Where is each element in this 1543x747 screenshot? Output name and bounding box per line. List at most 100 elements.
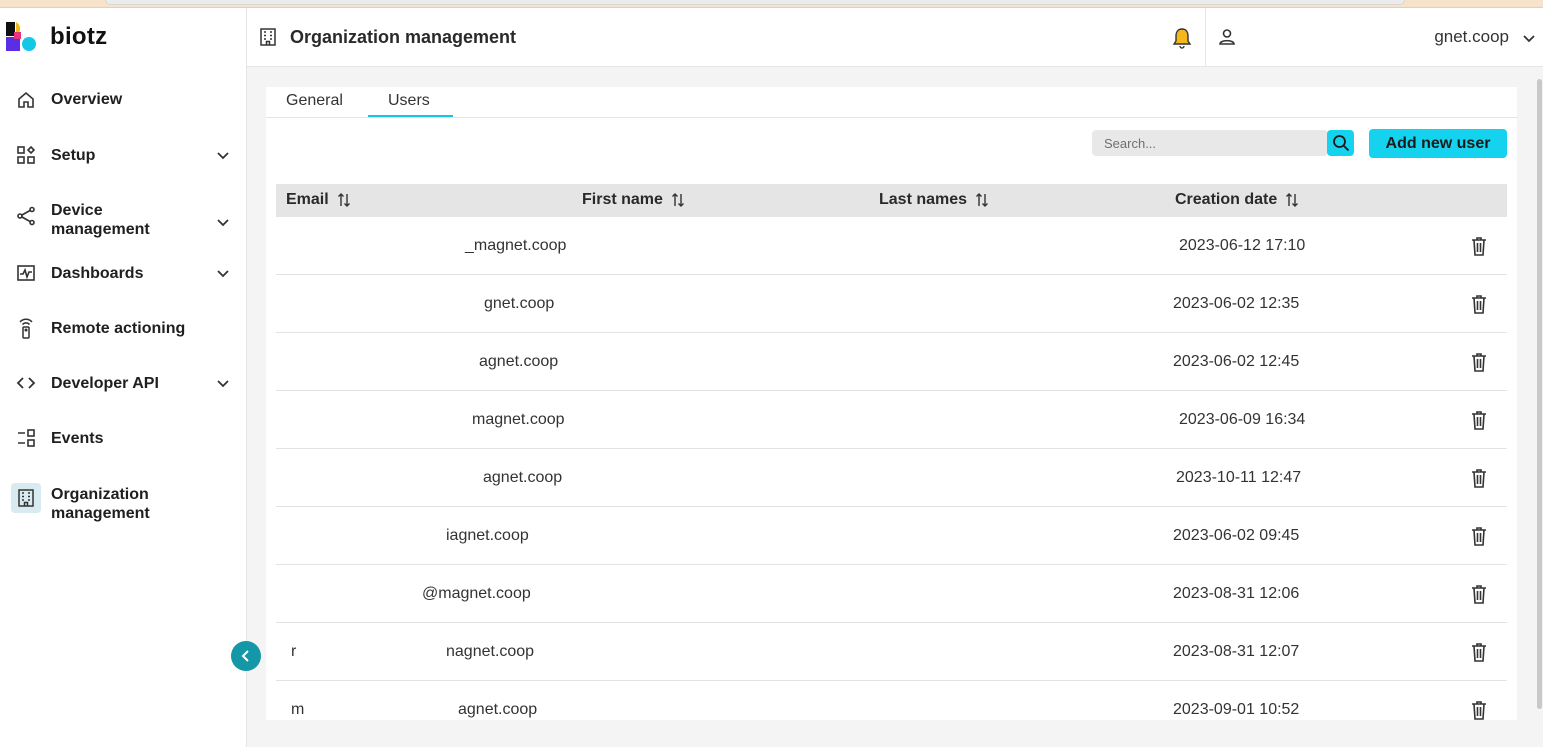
sidebar-item-label: Device management xyxy=(51,202,150,238)
creation-date-cell: 2023-10-11 12:47 xyxy=(1176,469,1302,486)
collapse-sidebar-button[interactable] xyxy=(231,641,261,671)
active-tab-indicator xyxy=(368,115,453,117)
table-row[interactable]: r nagnet.coop 2023-08-31 12:07 xyxy=(276,623,1507,681)
email-cell-prefix: m xyxy=(291,701,305,718)
email-cell: agnet.coop xyxy=(458,701,538,718)
email-cell-prefix: r xyxy=(291,643,297,660)
page-title: Organization management xyxy=(290,27,517,47)
email-cell: iagnet.coop xyxy=(446,527,529,544)
tab-bar: General Users xyxy=(266,87,1517,118)
sidebar-item-label: Overview xyxy=(51,91,123,108)
browser-top-bar xyxy=(0,0,1543,8)
creation-date-cell: 2023-09-01 10:52 xyxy=(1173,701,1300,718)
chevron-down-icon[interactable] xyxy=(1520,29,1538,47)
column-header-email[interactable]: Email xyxy=(286,191,351,209)
main-content: General Users Add new user Email First n… xyxy=(247,67,1543,747)
tab-users[interactable]: Users xyxy=(388,92,430,110)
table-row[interactable]: _magnet.coop 2023-06-12 17:10 xyxy=(276,217,1507,275)
biotz-logo-icon xyxy=(6,22,38,52)
column-header-creation-date[interactable]: Creation date xyxy=(1175,191,1299,209)
chevron-down-icon xyxy=(217,219,229,227)
table-row[interactable]: m agnet.coop 2023-09-01 10:52 xyxy=(276,681,1507,720)
delete-trash-icon[interactable] xyxy=(1469,293,1489,315)
app-name: biotz xyxy=(50,23,108,50)
email-cell: agnet.coop xyxy=(483,469,563,486)
table-header: Email First name Last names Creation dat… xyxy=(276,184,1507,217)
table-row[interactable]: agnet.coop 2023-10-11 12:47 xyxy=(276,449,1507,507)
search-box xyxy=(1092,130,1328,156)
code-icon xyxy=(14,371,38,395)
email-cell: _magnet.coop xyxy=(465,237,567,254)
user-email[interactable]: gnet.coop xyxy=(1247,27,1509,49)
table-row[interactable]: agnet.coop 2023-06-02 12:45 xyxy=(276,333,1507,391)
delete-trash-icon[interactable] xyxy=(1469,409,1489,431)
chevron-down-icon xyxy=(217,380,229,388)
table-row[interactable]: magnet.coop 2023-06-09 16:34 xyxy=(276,391,1507,449)
column-header-first-name[interactable]: First name xyxy=(582,191,685,209)
sidebar-item-events[interactable]: Events xyxy=(0,426,247,450)
browser-tab-strip xyxy=(105,0,1405,5)
creation-date-cell: 2023-06-02 09:45 xyxy=(1173,527,1300,544)
creation-date-cell: 2023-06-09 16:34 xyxy=(1179,411,1306,428)
delete-trash-icon[interactable] xyxy=(1469,351,1489,373)
sidebar-item-setup[interactable]: Setup xyxy=(0,143,247,167)
tab-general[interactable]: General xyxy=(286,92,343,110)
sidebar-item-label: Events xyxy=(51,430,104,447)
sidebar-item-device-management[interactable]: Device management xyxy=(0,192,247,240)
building-icon xyxy=(11,483,41,513)
page-scrollbar[interactable] xyxy=(1535,67,1543,720)
header-divider xyxy=(1205,8,1206,67)
sidebar-item-organization-management[interactable]: Organization management xyxy=(0,474,247,522)
delete-trash-icon[interactable] xyxy=(1469,525,1489,547)
sort-icon xyxy=(1286,193,1299,207)
delete-trash-icon[interactable] xyxy=(1469,467,1489,489)
sort-icon xyxy=(337,193,350,207)
user-icon[interactable] xyxy=(1217,27,1237,47)
chevron-down-icon xyxy=(217,152,229,160)
setup-grid-icon xyxy=(14,143,38,167)
table-row[interactable]: @magnet.coop 2023-08-31 12:06 xyxy=(276,565,1507,623)
email-cell: nagnet.coop xyxy=(446,643,535,660)
search-icon xyxy=(1332,135,1349,152)
delete-trash-icon[interactable] xyxy=(1469,235,1489,257)
email-cell: magnet.coop xyxy=(472,411,565,428)
creation-date-cell: 2023-06-02 12:45 xyxy=(1173,353,1300,370)
email-cell: agnet.coop xyxy=(479,353,559,370)
sidebar-item-developer-api[interactable]: Developer API xyxy=(0,371,247,395)
sidebar-item-label: Remote actioning xyxy=(51,320,186,337)
email-cell: @magnet.coop xyxy=(422,585,531,602)
top-header: Organization management gnet.coop xyxy=(247,8,1543,67)
share-nodes-icon xyxy=(14,204,38,228)
creation-date-cell: 2023-08-31 12:06 xyxy=(1173,585,1300,602)
search-button[interactable] xyxy=(1327,130,1354,156)
sidebar-item-remote-actioning[interactable]: Remote actioning xyxy=(0,316,247,340)
creation-date-cell: 2023-08-31 12:07 xyxy=(1173,643,1300,660)
sort-icon xyxy=(976,193,989,207)
column-header-last-names[interactable]: Last names xyxy=(879,191,989,209)
add-new-user-button[interactable]: Add new user xyxy=(1369,129,1507,158)
scrollbar-thumb[interactable] xyxy=(1537,79,1542,709)
sort-icon xyxy=(671,193,684,207)
table-row[interactable]: iagnet.coop 2023-06-02 09:45 xyxy=(276,507,1507,565)
creation-date-cell: 2023-06-02 12:35 xyxy=(1173,295,1300,312)
remote-icon xyxy=(14,316,38,340)
building-icon xyxy=(260,28,276,46)
sidebar-item-label: Setup xyxy=(51,147,96,164)
email-cell: gnet.coop xyxy=(484,295,555,312)
delete-trash-icon[interactable] xyxy=(1469,583,1489,605)
home-icon xyxy=(14,88,38,112)
users-panel: General Users Add new user Email First n… xyxy=(266,87,1517,720)
delete-trash-icon[interactable] xyxy=(1469,641,1489,663)
events-icon xyxy=(14,426,38,450)
notification-bell-icon[interactable] xyxy=(1171,26,1193,50)
logo[interactable]: biotz xyxy=(6,22,107,52)
search-input[interactable] xyxy=(1092,130,1328,156)
table-row[interactable]: gnet.coop 2023-06-02 12:35 xyxy=(276,275,1507,333)
creation-date-cell: 2023-06-12 17:10 xyxy=(1179,237,1306,254)
sidebar-item-overview[interactable]: Overview xyxy=(0,88,247,112)
delete-trash-icon[interactable] xyxy=(1469,699,1489,720)
sidebar-item-label: Dashboards xyxy=(51,265,144,282)
sidebar-item-dashboards[interactable]: Dashboards xyxy=(0,261,247,285)
sidebar-item-label: Organization management xyxy=(51,486,150,522)
sidebar: biotz Overview Setup Device management D… xyxy=(0,8,247,747)
